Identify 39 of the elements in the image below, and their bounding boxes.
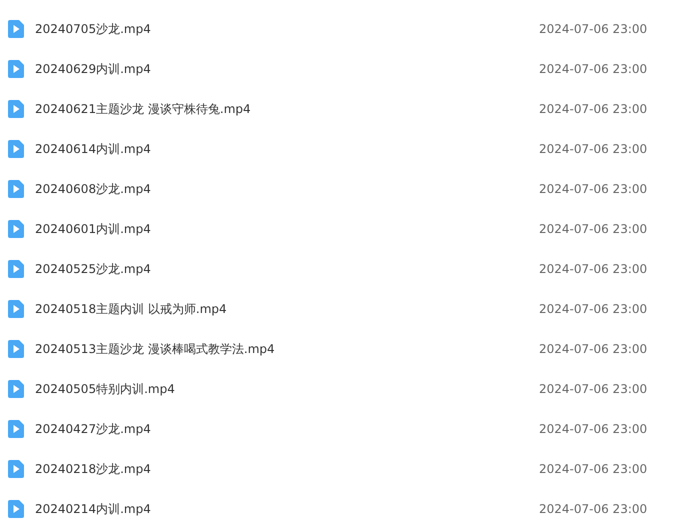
file-name[interactable]: 20240614内训.mp4 [35, 140, 535, 158]
modified-date: 2024-07-06 23:00 [539, 222, 648, 236]
modified-date: 2024-07-06 23:00 [539, 102, 648, 116]
video-file-icon [8, 180, 24, 198]
modified-date: 2024-07-06 23:00 [539, 422, 648, 436]
video-file-icon [8, 60, 24, 78]
modified-date: 2024-07-06 23:00 [539, 502, 648, 516]
file-name[interactable]: 20240705沙龙.mp4 [35, 20, 535, 38]
modified-date: 2024-07-06 23:00 [539, 142, 648, 156]
video-file-icon [8, 340, 24, 358]
video-file-icon [8, 220, 24, 238]
file-name[interactable]: 20240525沙龙.mp4 [35, 260, 535, 278]
video-file-icon [8, 300, 24, 318]
video-file-icon [8, 260, 24, 278]
modified-date: 2024-07-06 23:00 [539, 62, 648, 76]
file-name[interactable]: 20240608沙龙.mp4 [35, 180, 535, 198]
video-file-icon [8, 100, 24, 118]
modified-date: 2024-07-06 23:00 [539, 182, 648, 196]
video-file-icon [8, 20, 24, 38]
modified-date: 2024-07-06 23:00 [539, 262, 648, 276]
file-name[interactable]: 20240601内训.mp4 [35, 220, 535, 238]
file-name[interactable]: 20240621主题沙龙 漫谈守株待兔.mp4 [35, 100, 535, 118]
file-name[interactable]: 20240218沙龙.mp4 [35, 460, 535, 478]
video-file-icon [8, 420, 24, 438]
file-name[interactable]: 20240214内训.mp4 [35, 500, 535, 518]
video-file-icon [8, 380, 24, 398]
modified-date: 2024-07-06 23:00 [539, 462, 648, 476]
video-file-icon [8, 500, 24, 518]
file-name[interactable]: 20240518主题内训 以戒为师.mp4 [35, 300, 535, 318]
file-name[interactable]: 20240629内训.mp4 [35, 60, 535, 78]
file-name[interactable]: 20240513主题沙龙 漫谈棒喝式教学法.mp4 [35, 340, 535, 358]
modified-date: 2024-07-06 23:00 [539, 382, 648, 396]
file-name[interactable]: 20240427沙龙.mp4 [35, 420, 535, 438]
modified-date: 2024-07-06 23:00 [539, 22, 648, 36]
file-name[interactable]: 20240505特别内训.mp4 [35, 380, 535, 398]
modified-date: 2024-07-06 23:00 [539, 302, 648, 316]
video-file-icon [8, 140, 24, 158]
modified-date: 2024-07-06 23:00 [539, 342, 648, 356]
video-file-icon [8, 460, 24, 478]
